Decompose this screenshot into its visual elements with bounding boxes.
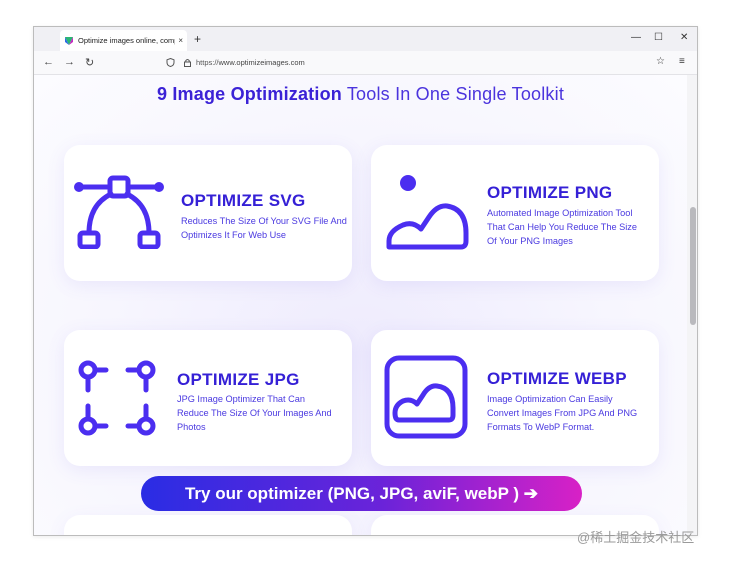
reload-button[interactable]: ↻ [85, 56, 94, 69]
back-button[interactable]: ← [43, 56, 54, 68]
site-favicon-icon [65, 36, 73, 45]
card-description: Image Optimization Can Easily Convert Im… [487, 394, 638, 432]
url-prefix: https:// [196, 58, 219, 67]
shield-icon [166, 58, 175, 68]
card-title: OPTIMIZE PNG [487, 183, 613, 202]
image-landscape-icon [386, 175, 469, 250]
new-tab-button[interactable]: + [194, 32, 201, 46]
tab-title: Optimize images online, comp [78, 36, 176, 45]
url-host: www.optimizeimages.com [218, 58, 305, 67]
bezier-curve-icon [74, 175, 164, 249]
try-optimizer-button[interactable]: Try our optimizer (PNG, JPG, aviF, webP … [141, 476, 582, 511]
card-optimize-png[interactable]: OPTIMIZE PNG Automated Image Optimizatio… [371, 145, 659, 281]
tab-bar: Optimize images online, comp × + — ☐ ✕ [34, 27, 697, 51]
tab-close-icon[interactable]: × [178, 36, 183, 45]
maximize-button[interactable]: ☐ [654, 32, 663, 43]
url-security-icons [166, 57, 192, 68]
card-optimize-webp[interactable]: OPTIMIZE WEBP Image Optimization Can Eas… [371, 330, 659, 466]
crop-corners-icon [78, 360, 156, 436]
vertical-scrollbar[interactable] [687, 75, 697, 535]
card-optimize-jpg[interactable]: OPTIMIZE JPG JPG Image Optimizer That Ca… [64, 330, 352, 466]
framed-image-icon [384, 355, 468, 439]
card-title: OPTIMIZE WEBP [487, 369, 627, 388]
menu-button[interactable]: ≡ [679, 56, 685, 67]
card-description: JPG Image Optimizer That Can Reduce The … [177, 394, 332, 432]
card-description: Automated Image Optimization Tool That C… [487, 208, 637, 246]
navigation-toolbar: ← → ↻ https://www.optimizeimages.com ☆ ≡ [34, 51, 697, 75]
browser-tab[interactable]: Optimize images online, comp × [60, 30, 187, 51]
bookmark-star-icon[interactable]: ☆ [656, 56, 665, 67]
heading-rest: Tools In One Single Toolkit [341, 84, 565, 104]
heading-strong: 9 Image Optimization [156, 84, 342, 104]
watermark-text: @稀土掘金技术社区 [577, 530, 695, 545]
close-window-button[interactable]: ✕ [680, 32, 688, 43]
page-heading: 9 Image Optimization Tools In One Single… [34, 84, 687, 105]
card-title: OPTIMIZE JPG [177, 370, 300, 389]
card-partial [64, 515, 352, 535]
forward-button[interactable]: → [64, 56, 75, 68]
browser-window: Optimize images online, comp × + — ☐ ✕ ←… [33, 26, 698, 536]
minimize-button[interactable]: — [631, 32, 641, 43]
lock-icon [183, 59, 191, 68]
scrollbar-thumb[interactable] [690, 207, 696, 325]
page-content: 9 Image Optimization Tools In One Single… [34, 75, 687, 535]
url-bar[interactable]: https://www.optimizeimages.com [196, 58, 305, 67]
card-description: Reduces The Size Of Your SVG File And Op… [181, 216, 347, 240]
card-title: OPTIMIZE SVG [181, 191, 306, 210]
card-optimize-svg[interactable]: OPTIMIZE SVG Reduces The Size Of Your SV… [64, 145, 352, 281]
